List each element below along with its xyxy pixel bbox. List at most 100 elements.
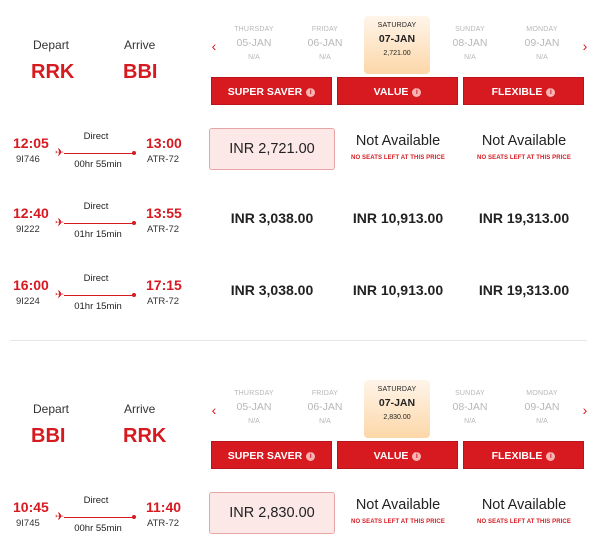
- aircraft-type: ATR-72: [147, 518, 180, 529]
- flight-number: 9I745: [16, 518, 40, 529]
- date-option[interactable]: THURSDAY 05-JAN N/A: [221, 384, 287, 440]
- plane-icon: ✈: [55, 217, 65, 229]
- fare-type-label: SUPER SAVER: [227, 450, 303, 462]
- departure-time: 12:05: [13, 135, 49, 151]
- fare-type-label: FLEXIBLE: [491, 450, 543, 462]
- section-divider: [10, 340, 587, 341]
- fare-type-label: SUPER SAVER: [227, 86, 303, 98]
- date-lowest-price: N/A: [464, 54, 476, 61]
- fare-unavailable: Not Available NO SEATS LEFT AT THIS PRICE: [335, 133, 461, 161]
- fare-unavailable: Not Available NO SEATS LEFT AT THIS PRICE: [335, 497, 461, 525]
- next-date-arrow-icon[interactable]: ›: [579, 402, 591, 418]
- flight-duration: 01hr 15min: [74, 229, 122, 240]
- info-icon[interactable]: i: [412, 88, 422, 97]
- flight-row: 12:40 9I222 ✈ Direct 01hr 15min 13:55 ATR-72 IN…: [0, 198, 597, 246]
- no-seats-note: NO SEATS LEFT AT THIS PRICE: [477, 155, 571, 161]
- arrival-time: 13:55: [146, 205, 182, 221]
- date-value: 06-JAN: [307, 37, 343, 49]
- info-icon[interactable]: i: [546, 88, 556, 97]
- date-value: 09-JAN: [524, 37, 560, 49]
- departure-time: 12:40: [13, 205, 49, 221]
- date-lowest-price: 2,830.00: [383, 414, 411, 421]
- date-option[interactable]: SUNDAY 08-JAN N/A: [437, 384, 503, 440]
- aircraft-type: ATR-72: [147, 154, 180, 165]
- date-option[interactable]: THURSDAY 05-JAN N/A: [221, 20, 287, 76]
- route-end-dot: [132, 515, 136, 519]
- fare-option[interactable]: INR 19,313.00: [461, 282, 587, 298]
- fare-type-tab[interactable]: SUPER SAVER i: [211, 77, 332, 105]
- no-seats-note: NO SEATS LEFT AT THIS PRICE: [351, 155, 445, 161]
- journey-section: Depart Arrive RRK BBI ‹ › THURSDAY 05-JAN N/A FRI…: [0, 0, 597, 340]
- fare-option[interactable]: INR 19,313.00: [461, 210, 587, 226]
- fare-unavailable-label: Not Available: [481, 497, 567, 513]
- route-end-dot: [132, 293, 136, 297]
- fare-option[interactable]: INR 10,913.00: [335, 282, 461, 298]
- date-option[interactable]: FRIDAY 06-JAN N/A: [292, 20, 358, 76]
- date-option[interactable]: FRIDAY 06-JAN N/A: [292, 384, 358, 440]
- next-date-arrow-icon[interactable]: ›: [579, 38, 591, 54]
- plane-icon: ✈: [55, 289, 65, 301]
- fare-unavailable-label: Not Available: [355, 497, 441, 513]
- stops-label: Direct: [83, 273, 109, 284]
- plane-icon: ✈: [55, 511, 65, 523]
- fare-option[interactable]: INR 3,038.00: [209, 282, 335, 298]
- flight-number: 9I746: [16, 154, 40, 165]
- arrival-time: 13:00: [146, 135, 182, 151]
- date-option[interactable]: SATURDAY 07-JAN 2,721.00: [364, 16, 430, 74]
- fare-unavailable-label: Not Available: [355, 133, 441, 149]
- fare-type-label: VALUE: [373, 86, 409, 98]
- date-option[interactable]: SUNDAY 08-JAN N/A: [437, 20, 503, 76]
- date-option[interactable]: SATURDAY 07-JAN 2,830.00: [364, 380, 430, 438]
- date-value: 07-JAN: [378, 33, 416, 45]
- aircraft-type: ATR-72: [147, 296, 180, 307]
- date-lowest-price: N/A: [319, 54, 331, 61]
- flight-duration: 00hr 55min: [74, 523, 122, 534]
- date-weekday: SATURDAY: [377, 22, 417, 29]
- date-value: 06-JAN: [307, 401, 343, 413]
- flight-number: 9I222: [16, 224, 40, 235]
- no-seats-note: NO SEATS LEFT AT THIS PRICE: [477, 519, 571, 525]
- fare-option[interactable]: INR 2,830.00: [209, 492, 335, 534]
- info-icon[interactable]: i: [412, 452, 422, 461]
- prev-date-arrow-icon[interactable]: ‹: [208, 38, 220, 54]
- fare-option[interactable]: INR 10,913.00: [335, 210, 461, 226]
- fare-amount: INR 10,913.00: [352, 282, 444, 298]
- fare-option[interactable]: INR 2,721.00: [209, 128, 335, 170]
- fare-type-tab[interactable]: VALUE i: [337, 77, 458, 105]
- fare-type-tab[interactable]: SUPER SAVER i: [211, 441, 332, 469]
- fare-amount: INR 3,038.00: [230, 282, 314, 298]
- prev-date-arrow-icon[interactable]: ‹: [208, 402, 220, 418]
- date-weekday: FRIDAY: [311, 26, 339, 33]
- journey-section: Depart Arrive BBI RRK ‹ › THURSDAY 05-JAN N/A FRI…: [0, 364, 597, 552]
- date-lowest-price: N/A: [536, 54, 548, 61]
- stops-label: Direct: [83, 131, 109, 142]
- date-option[interactable]: MONDAY 09-JAN N/A: [509, 384, 575, 440]
- date-lowest-price: N/A: [464, 418, 476, 425]
- date-value: 08-JAN: [452, 37, 488, 49]
- date-value: 05-JAN: [236, 37, 272, 49]
- flight-duration: 01hr 15min: [74, 301, 122, 312]
- fare-amount: INR 2,830.00: [229, 505, 315, 521]
- aircraft-type: ATR-72: [147, 224, 180, 235]
- route-line: [64, 517, 134, 518]
- date-weekday: SATURDAY: [377, 386, 417, 393]
- departure-time: 16:00: [13, 277, 49, 293]
- info-icon[interactable]: i: [306, 88, 316, 97]
- info-icon[interactable]: i: [546, 452, 556, 461]
- fare-type-tab[interactable]: FLEXIBLE i: [463, 441, 584, 469]
- date-weekday: SUNDAY: [455, 390, 485, 397]
- fare-unavailable: Not Available NO SEATS LEFT AT THIS PRICE: [461, 133, 587, 161]
- date-option[interactable]: MONDAY 09-JAN N/A: [509, 20, 575, 76]
- flight-row: 10:45 9I745 ✈ Direct 00hr 55min 11:40 ATR-72 IN…: [0, 492, 597, 540]
- date-lowest-price: N/A: [248, 54, 260, 61]
- arrival-time: 11:40: [146, 499, 182, 515]
- fare-type-tab[interactable]: VALUE i: [337, 441, 458, 469]
- info-icon[interactable]: i: [306, 452, 316, 461]
- departure-time: 10:45: [13, 499, 49, 515]
- date-weekday: THURSDAY: [234, 26, 274, 33]
- fare-option[interactable]: INR 3,038.00: [209, 210, 335, 226]
- fare-amount: INR 2,721.00: [229, 141, 315, 157]
- date-value: 08-JAN: [452, 401, 488, 413]
- fare-type-tab[interactable]: FLEXIBLE i: [463, 77, 584, 105]
- date-value: 07-JAN: [378, 397, 416, 409]
